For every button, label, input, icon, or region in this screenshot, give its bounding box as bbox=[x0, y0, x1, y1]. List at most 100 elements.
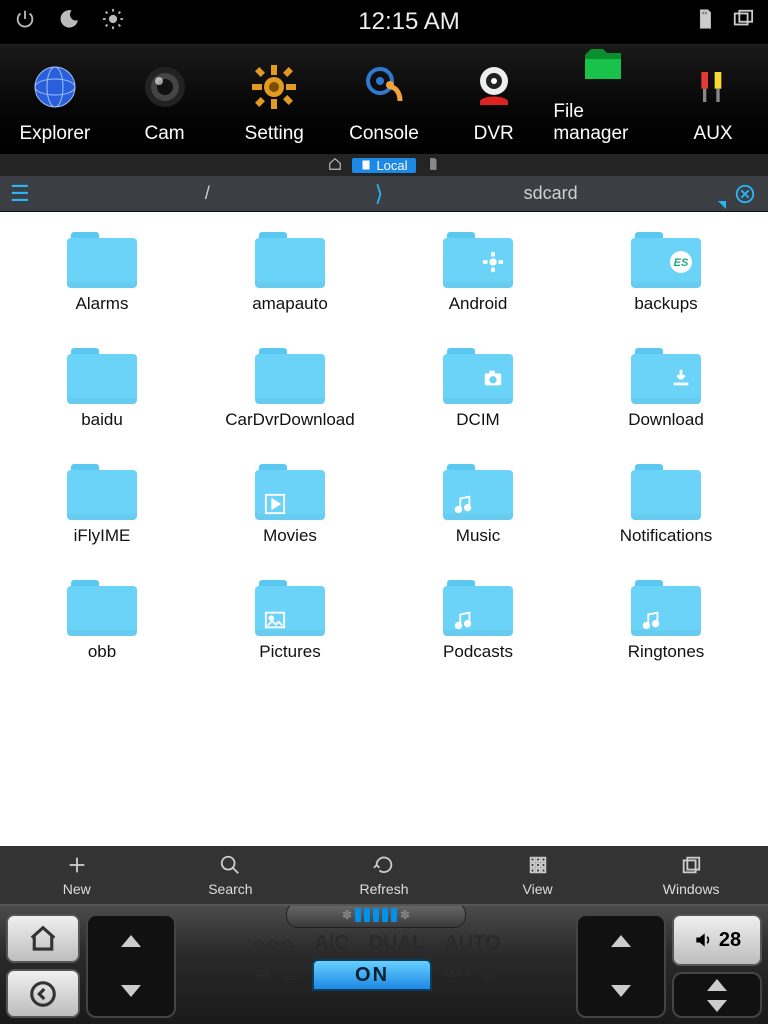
app-setting[interactable]: Setting bbox=[224, 59, 324, 145]
folder-label: DCIM bbox=[456, 410, 499, 430]
folder-iflyime[interactable]: iFlyIME bbox=[10, 464, 194, 546]
multiwindow-icon[interactable] bbox=[732, 8, 754, 36]
folder-notifications[interactable]: Notifications bbox=[574, 464, 758, 546]
app-explorer[interactable]: Explorer bbox=[5, 59, 105, 145]
search-icon bbox=[219, 854, 241, 879]
folder-label: Podcasts bbox=[443, 642, 513, 662]
max-icon[interactable]: MAX bbox=[444, 966, 471, 980]
folder-android[interactable]: Android bbox=[386, 232, 570, 314]
dual-button[interactable]: DUAL bbox=[369, 932, 425, 955]
sd-small-icon[interactable] bbox=[426, 157, 440, 174]
folder-label: baidu bbox=[81, 410, 123, 430]
recirc-icon[interactable]: ⇄ bbox=[255, 963, 270, 984]
folder-icon bbox=[255, 580, 325, 636]
app-label: Console bbox=[349, 123, 419, 145]
folder-icon bbox=[443, 580, 513, 636]
climate-center: ✽ ✽ ⌓⌓⌓ A/C DUAL AUTO ⇄ ♨ ON MAX ⌓ bbox=[182, 914, 570, 1018]
picture-icon bbox=[263, 608, 287, 632]
back-button[interactable] bbox=[6, 969, 80, 1018]
lens-icon bbox=[137, 59, 193, 115]
auto-button[interactable]: AUTO bbox=[444, 932, 500, 955]
folder-icon bbox=[67, 232, 137, 288]
temp-left-down[interactable] bbox=[88, 966, 174, 1016]
fan-speed-indicator[interactable]: ✽ ✽ bbox=[286, 904, 466, 928]
folder-label: amapauto bbox=[252, 294, 328, 314]
folder-label: backups bbox=[634, 294, 697, 314]
close-tab-button[interactable] bbox=[732, 181, 758, 207]
storage-local-tab[interactable]: Local bbox=[352, 158, 415, 173]
folder-icon bbox=[443, 464, 513, 520]
folder-movies[interactable]: Movies bbox=[198, 464, 382, 546]
app-label: Explorer bbox=[19, 123, 90, 145]
toolbar-refresh[interactable]: Refresh bbox=[307, 854, 461, 897]
storage-tabs: Local bbox=[0, 154, 768, 176]
folder-icon bbox=[443, 232, 513, 288]
volume-display[interactable]: 28 bbox=[672, 914, 762, 966]
folder-ringtones[interactable]: Ringtones bbox=[574, 580, 758, 662]
moon-icon[interactable] bbox=[58, 8, 80, 36]
temp-left-up[interactable] bbox=[88, 916, 174, 966]
folder-podcasts[interactable]: Podcasts bbox=[386, 580, 570, 662]
power-icon[interactable] bbox=[14, 8, 36, 36]
toolbar-label: Refresh bbox=[359, 881, 408, 897]
folder-icon bbox=[631, 580, 701, 636]
path-root[interactable]: / bbox=[40, 183, 375, 204]
toolbar-view[interactable]: View bbox=[461, 854, 615, 897]
home-button[interactable] bbox=[6, 914, 80, 963]
app-aux[interactable]: AUX bbox=[663, 59, 763, 145]
folder-pictures[interactable]: Pictures bbox=[198, 580, 382, 662]
folder-label: CarDvrDownload bbox=[225, 410, 354, 430]
temp-right-down[interactable] bbox=[578, 966, 664, 1016]
app-filemanager[interactable]: File manager bbox=[553, 37, 653, 145]
toolbar-search[interactable]: Search bbox=[154, 854, 308, 897]
app-label: Cam bbox=[144, 123, 184, 145]
volume-up[interactable] bbox=[674, 974, 760, 995]
app-cam[interactable]: Cam bbox=[115, 59, 215, 145]
seat-vent-icon[interactable]: ♨ bbox=[282, 961, 300, 986]
folder-label: Notifications bbox=[620, 526, 713, 546]
sdcard-icon bbox=[694, 8, 716, 36]
temp-left-rocker bbox=[86, 914, 176, 1018]
folder-dcim[interactable]: DCIM bbox=[386, 348, 570, 430]
folder-backups[interactable]: ES backups bbox=[574, 232, 758, 314]
path-separator-icon: ⟩ bbox=[375, 181, 384, 207]
folder-label: Download bbox=[628, 410, 704, 430]
volume-down[interactable] bbox=[674, 995, 760, 1016]
toolbar-label: Search bbox=[208, 881, 252, 897]
folder-obb[interactable]: obb bbox=[10, 580, 194, 662]
app-dvr[interactable]: DVR bbox=[444, 59, 544, 145]
defrost-rear-icon[interactable]: ⌓ bbox=[483, 963, 497, 984]
folder-amapauto[interactable]: amapauto bbox=[198, 232, 382, 314]
toolbar-label: New bbox=[63, 881, 91, 897]
menu-icon[interactable]: ☰ bbox=[10, 181, 40, 207]
power-on-button[interactable]: ON bbox=[312, 959, 432, 991]
folder-download[interactable]: Download bbox=[574, 348, 758, 430]
path-dropdown-icon[interactable] bbox=[718, 201, 726, 209]
volume-level: 28 bbox=[719, 929, 741, 952]
bottom-panel: ✽ ✽ ⌓⌓⌓ A/C DUAL AUTO ⇄ ♨ ON MAX ⌓ 28 bbox=[0, 904, 768, 1024]
folder-label: Android bbox=[449, 294, 508, 314]
camera-icon bbox=[481, 366, 505, 390]
brightness-icon[interactable] bbox=[102, 8, 124, 36]
app-console[interactable]: Console bbox=[334, 59, 434, 145]
folder-baidu[interactable]: baidu bbox=[10, 348, 194, 430]
folder-icon bbox=[67, 464, 137, 520]
home-small-icon[interactable] bbox=[328, 157, 342, 174]
ac-button[interactable]: A/C bbox=[314, 932, 348, 955]
es-icon: ES bbox=[669, 250, 693, 274]
app-label: File manager bbox=[553, 101, 653, 145]
folder-cardvrdownload[interactable]: CarDvrDownload bbox=[198, 348, 382, 430]
folder-alarms[interactable]: Alarms bbox=[10, 232, 194, 314]
path-current[interactable]: sdcard bbox=[383, 183, 718, 204]
temp-right-up[interactable] bbox=[578, 916, 664, 966]
app-dock: Explorer Cam Setting Console DVR File ma… bbox=[0, 44, 768, 154]
folder-music[interactable]: Music bbox=[386, 464, 570, 546]
music-icon bbox=[451, 492, 475, 516]
folder-label: iFlyIME bbox=[74, 526, 131, 546]
gear-icon bbox=[481, 250, 505, 274]
clock: 12:15 AM bbox=[124, 8, 694, 36]
toolbar-new[interactable]: New bbox=[0, 854, 154, 897]
file-toolbar: New Search Refresh ViewWindows bbox=[0, 846, 768, 904]
toolbar-windows[interactable]: Windows bbox=[614, 854, 768, 897]
defrost-front-icon[interactable]: ⌓⌓⌓ bbox=[251, 932, 294, 955]
